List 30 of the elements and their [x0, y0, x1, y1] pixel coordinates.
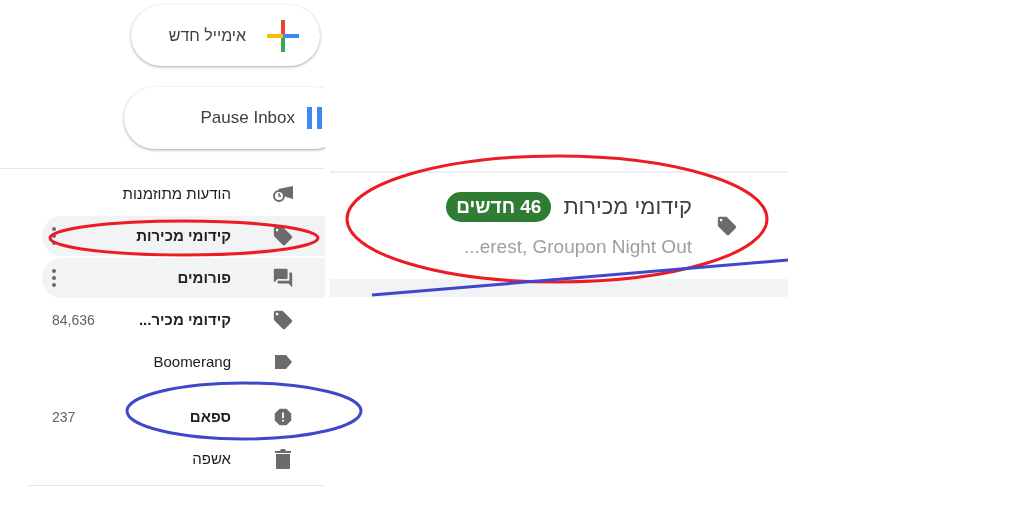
unread-count: 84,636	[52, 310, 95, 330]
sidebar-item[interactable]: Boomerang	[42, 342, 325, 382]
scheduled-send-icon	[272, 185, 294, 203]
chat-bubbles-icon	[272, 267, 294, 289]
sidebar-item[interactable]: פורומים	[42, 258, 325, 298]
unread-count: 237	[52, 407, 76, 427]
tag-icon	[716, 215, 738, 237]
sidebar-label: קידומי מכיר...	[138, 309, 231, 330]
new-count-badge: 46 חדשים	[446, 191, 552, 222]
tag-icon	[272, 225, 294, 247]
pause-inbox-button[interactable]: Pause Inbox	[124, 87, 325, 149]
pause-icon	[307, 107, 323, 129]
warning-icon	[272, 406, 294, 428]
more-icon[interactable]	[52, 227, 56, 245]
sidebar-label: ספאם	[189, 406, 231, 427]
compose-button[interactable]: אימייל חדש	[131, 5, 320, 66]
sidebar-label: קידומי מכירות	[136, 225, 231, 246]
sidebar-item[interactable]: אשפה	[42, 439, 325, 479]
trash-icon	[273, 448, 293, 470]
senders-snippet: ...erest, Groupon Night Out	[462, 235, 692, 260]
plus-icon	[266, 18, 300, 53]
sidebar-item[interactable]: הודעות מתוזמנות	[42, 174, 325, 214]
sidebar-label: Boomerang	[153, 351, 231, 372]
sidebar-label: פורומים	[177, 267, 231, 288]
sidebar-label: אשפה	[192, 448, 231, 469]
label-icon	[273, 354, 293, 370]
category-title: קידומי מכירות	[563, 193, 692, 222]
more-icon[interactable]	[52, 269, 56, 287]
sidebar-label: הודעות מתוזמנות	[122, 183, 231, 204]
tag-icon	[272, 309, 294, 331]
